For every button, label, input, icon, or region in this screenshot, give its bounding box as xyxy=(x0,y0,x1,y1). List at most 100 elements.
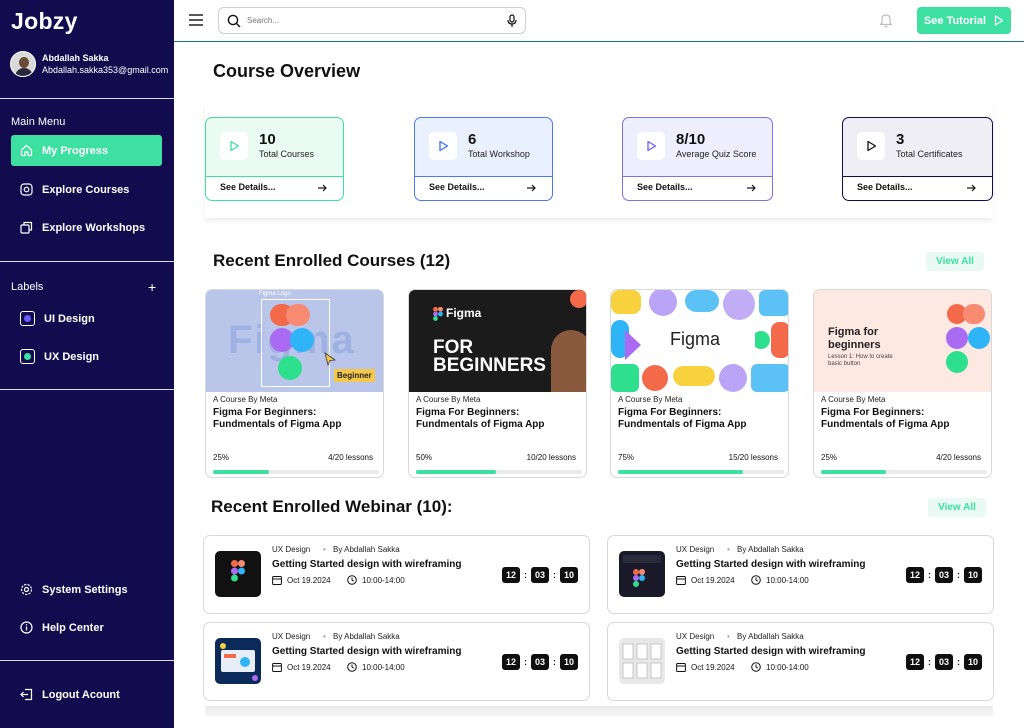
stat-label: Total Certificates xyxy=(896,149,963,159)
course-lessons: 15/20 lessons xyxy=(728,453,778,462)
separator-dot: • xyxy=(727,545,730,554)
clock-icon xyxy=(751,662,761,672)
stat-value: 8/10 xyxy=(676,131,706,148)
timer-minutes: 03 xyxy=(531,567,549,583)
thumbnail-text: Figma xyxy=(446,306,482,320)
stat-value: 10 xyxy=(259,131,276,148)
clock-icon xyxy=(751,575,761,585)
webinar-card[interactable]: UX Design • By Abdallah Sakka Getting St… xyxy=(203,622,590,701)
see-details-link[interactable]: See Details... xyxy=(857,182,913,192)
webinar-time-text: 10:00-14:00 xyxy=(362,575,405,585)
calendar-icon xyxy=(272,576,282,585)
sidebar-item-system-settings[interactable]: System Settings xyxy=(11,574,162,605)
webinar-card[interactable]: UX Design • By Abdallah Sakka Getting St… xyxy=(607,535,994,614)
see-details-link[interactable]: See Details... xyxy=(220,182,276,192)
play-icon xyxy=(994,15,1004,26)
stat-card-total-courses[interactable]: 10 Total Courses See Details... xyxy=(205,117,344,201)
sidebar: Jobzy Abdallah Sakka Abdallah.sakka353@g… xyxy=(0,0,174,728)
course-author: A Course By Meta xyxy=(618,395,683,404)
webinar-time: 10:00-14:00 xyxy=(347,575,405,585)
stat-card-total-workshop[interactable]: 6 Total Workshop See Details... xyxy=(414,117,553,201)
webinar-title: Getting Started design with wireframing xyxy=(676,559,866,570)
label-name: UI Design xyxy=(44,312,95,325)
timer-minutes: 03 xyxy=(935,567,953,583)
hamburger-menu-icon[interactable] xyxy=(189,14,203,26)
course-progress-bar xyxy=(618,470,784,474)
course-author: A Course By Meta xyxy=(821,395,886,404)
countdown-timer: 12: 03: 10 xyxy=(906,567,982,583)
webinar-time-text: 10:00-14:00 xyxy=(766,575,809,585)
microphone-icon[interactable] xyxy=(507,14,517,28)
stat-card-total-certificates[interactable]: 3 Total Certificates See Details... xyxy=(842,117,993,201)
arrow-right-icon[interactable] xyxy=(746,183,756,193)
countdown-timer: 12: 03: 10 xyxy=(502,567,578,583)
stat-value: 6 xyxy=(468,131,477,148)
user-profile[interactable]: Abdallah Sakka Abdallah.sakka353@gmail.c… xyxy=(10,51,168,77)
figma-logo-icon xyxy=(433,307,443,321)
webinar-card[interactable]: UX Design • By Abdallah Sakka Getting St… xyxy=(203,535,590,614)
webinar-title: Getting Started design with wireframing xyxy=(272,559,462,570)
webinar-date: Oct 19.2024 xyxy=(676,662,735,672)
course-thumbnail: Figma FOR BEGINNERS xyxy=(409,290,586,392)
sidebar-item-my-progress[interactable]: My Progress xyxy=(11,135,162,166)
stat-footer: See Details... xyxy=(843,176,992,200)
search-bar[interactable] xyxy=(218,7,526,34)
search-input[interactable] xyxy=(247,16,497,25)
sidebar-item-help-center[interactable]: Help Center xyxy=(11,612,162,643)
course-progress-percent: 50% xyxy=(416,453,433,462)
sidebar-item-explore-workshops[interactable]: Explore Workshops xyxy=(11,212,162,243)
webinar-date: Oct 19.2024 xyxy=(676,575,735,585)
user-email: Abdallah.sakka353@gmail.com xyxy=(42,65,169,75)
course-progress-bar xyxy=(821,470,987,474)
course-card[interactable]: Figma Figma Logo Beginner A Course By Me… xyxy=(205,289,384,478)
play-icon xyxy=(857,132,885,160)
timer-seconds: 10 xyxy=(964,567,982,583)
separator-dot: • xyxy=(323,632,326,641)
stat-label: Average Quiz Score xyxy=(676,149,757,159)
label-ui-design[interactable]: UI Design xyxy=(11,303,162,334)
arrow-right-icon[interactable] xyxy=(526,183,536,193)
search-icon xyxy=(227,14,241,27)
see-tutorial-button[interactable]: See Tutorial xyxy=(917,7,1011,34)
countdown-timer: 12: 03: 10 xyxy=(502,654,578,670)
course-title: Figma For Beginners: Fundmentals of Figm… xyxy=(213,407,342,430)
arrow-right-icon[interactable] xyxy=(966,183,976,193)
logout-button[interactable]: Logout Acount xyxy=(11,679,162,710)
progress-fill xyxy=(213,470,270,474)
stat-value: 3 xyxy=(896,131,905,148)
webinar-time: 10:00-14:00 xyxy=(347,662,405,672)
main-menu-title: Main Menu xyxy=(11,116,66,128)
see-details-link[interactable]: See Details... xyxy=(637,182,693,192)
webinar-thumbnail xyxy=(619,638,665,684)
webinar-author: By Abdallah Sakka xyxy=(333,632,400,641)
course-card[interactable]: Figma FOR BEGINNERS A Course By Meta Fig… xyxy=(408,289,587,478)
notification-bell-icon[interactable] xyxy=(879,12,893,28)
webinar-card[interactable]: UX Design • By Abdallah Sakka Getting St… xyxy=(607,622,994,701)
app-logo[interactable]: Jobzy xyxy=(11,8,78,35)
add-label-button[interactable]: + xyxy=(148,280,156,294)
view-all-webinars-button[interactable]: View All xyxy=(928,498,986,517)
stat-label: Total Courses xyxy=(259,149,315,159)
timer-seconds: 10 xyxy=(560,654,578,670)
webinar-author: By Abdallah Sakka xyxy=(737,632,804,641)
webinar-time-text: 10:00-14:00 xyxy=(766,662,809,672)
webinar-category: UX Design xyxy=(272,545,311,554)
course-card[interactable]: Figma A Course By Meta Figma For Beginne… xyxy=(610,289,789,478)
view-all-courses-button[interactable]: View All xyxy=(926,252,984,271)
webinar-category: UX Design xyxy=(272,632,311,641)
arrow-right-icon[interactable] xyxy=(317,183,327,193)
timer-minutes: 03 xyxy=(531,654,549,670)
sidebar-item-explore-courses[interactable]: Explore Courses xyxy=(11,174,162,205)
thumbnail-caption: Figma Logo xyxy=(259,291,291,297)
thumbnail-headline: FOR BEGINNERS xyxy=(433,337,546,376)
see-details-link[interactable]: See Details... xyxy=(429,182,485,192)
stat-card-average-quiz-score[interactable]: 8/10 Average Quiz Score See Details... xyxy=(622,117,773,201)
clock-icon xyxy=(347,575,357,585)
course-progress-percent: 25% xyxy=(821,453,838,462)
stat-label: Total Workshop xyxy=(468,149,530,159)
course-title: Figma For Beginners: Fundmentals of Figm… xyxy=(416,407,545,430)
course-card[interactable]: Figma for beginners Lesson 1: How to cre… xyxy=(813,289,992,478)
timer-hours: 12 xyxy=(502,567,520,583)
label-ux-design[interactable]: UX Design xyxy=(11,341,162,372)
progress-fill xyxy=(618,470,743,474)
